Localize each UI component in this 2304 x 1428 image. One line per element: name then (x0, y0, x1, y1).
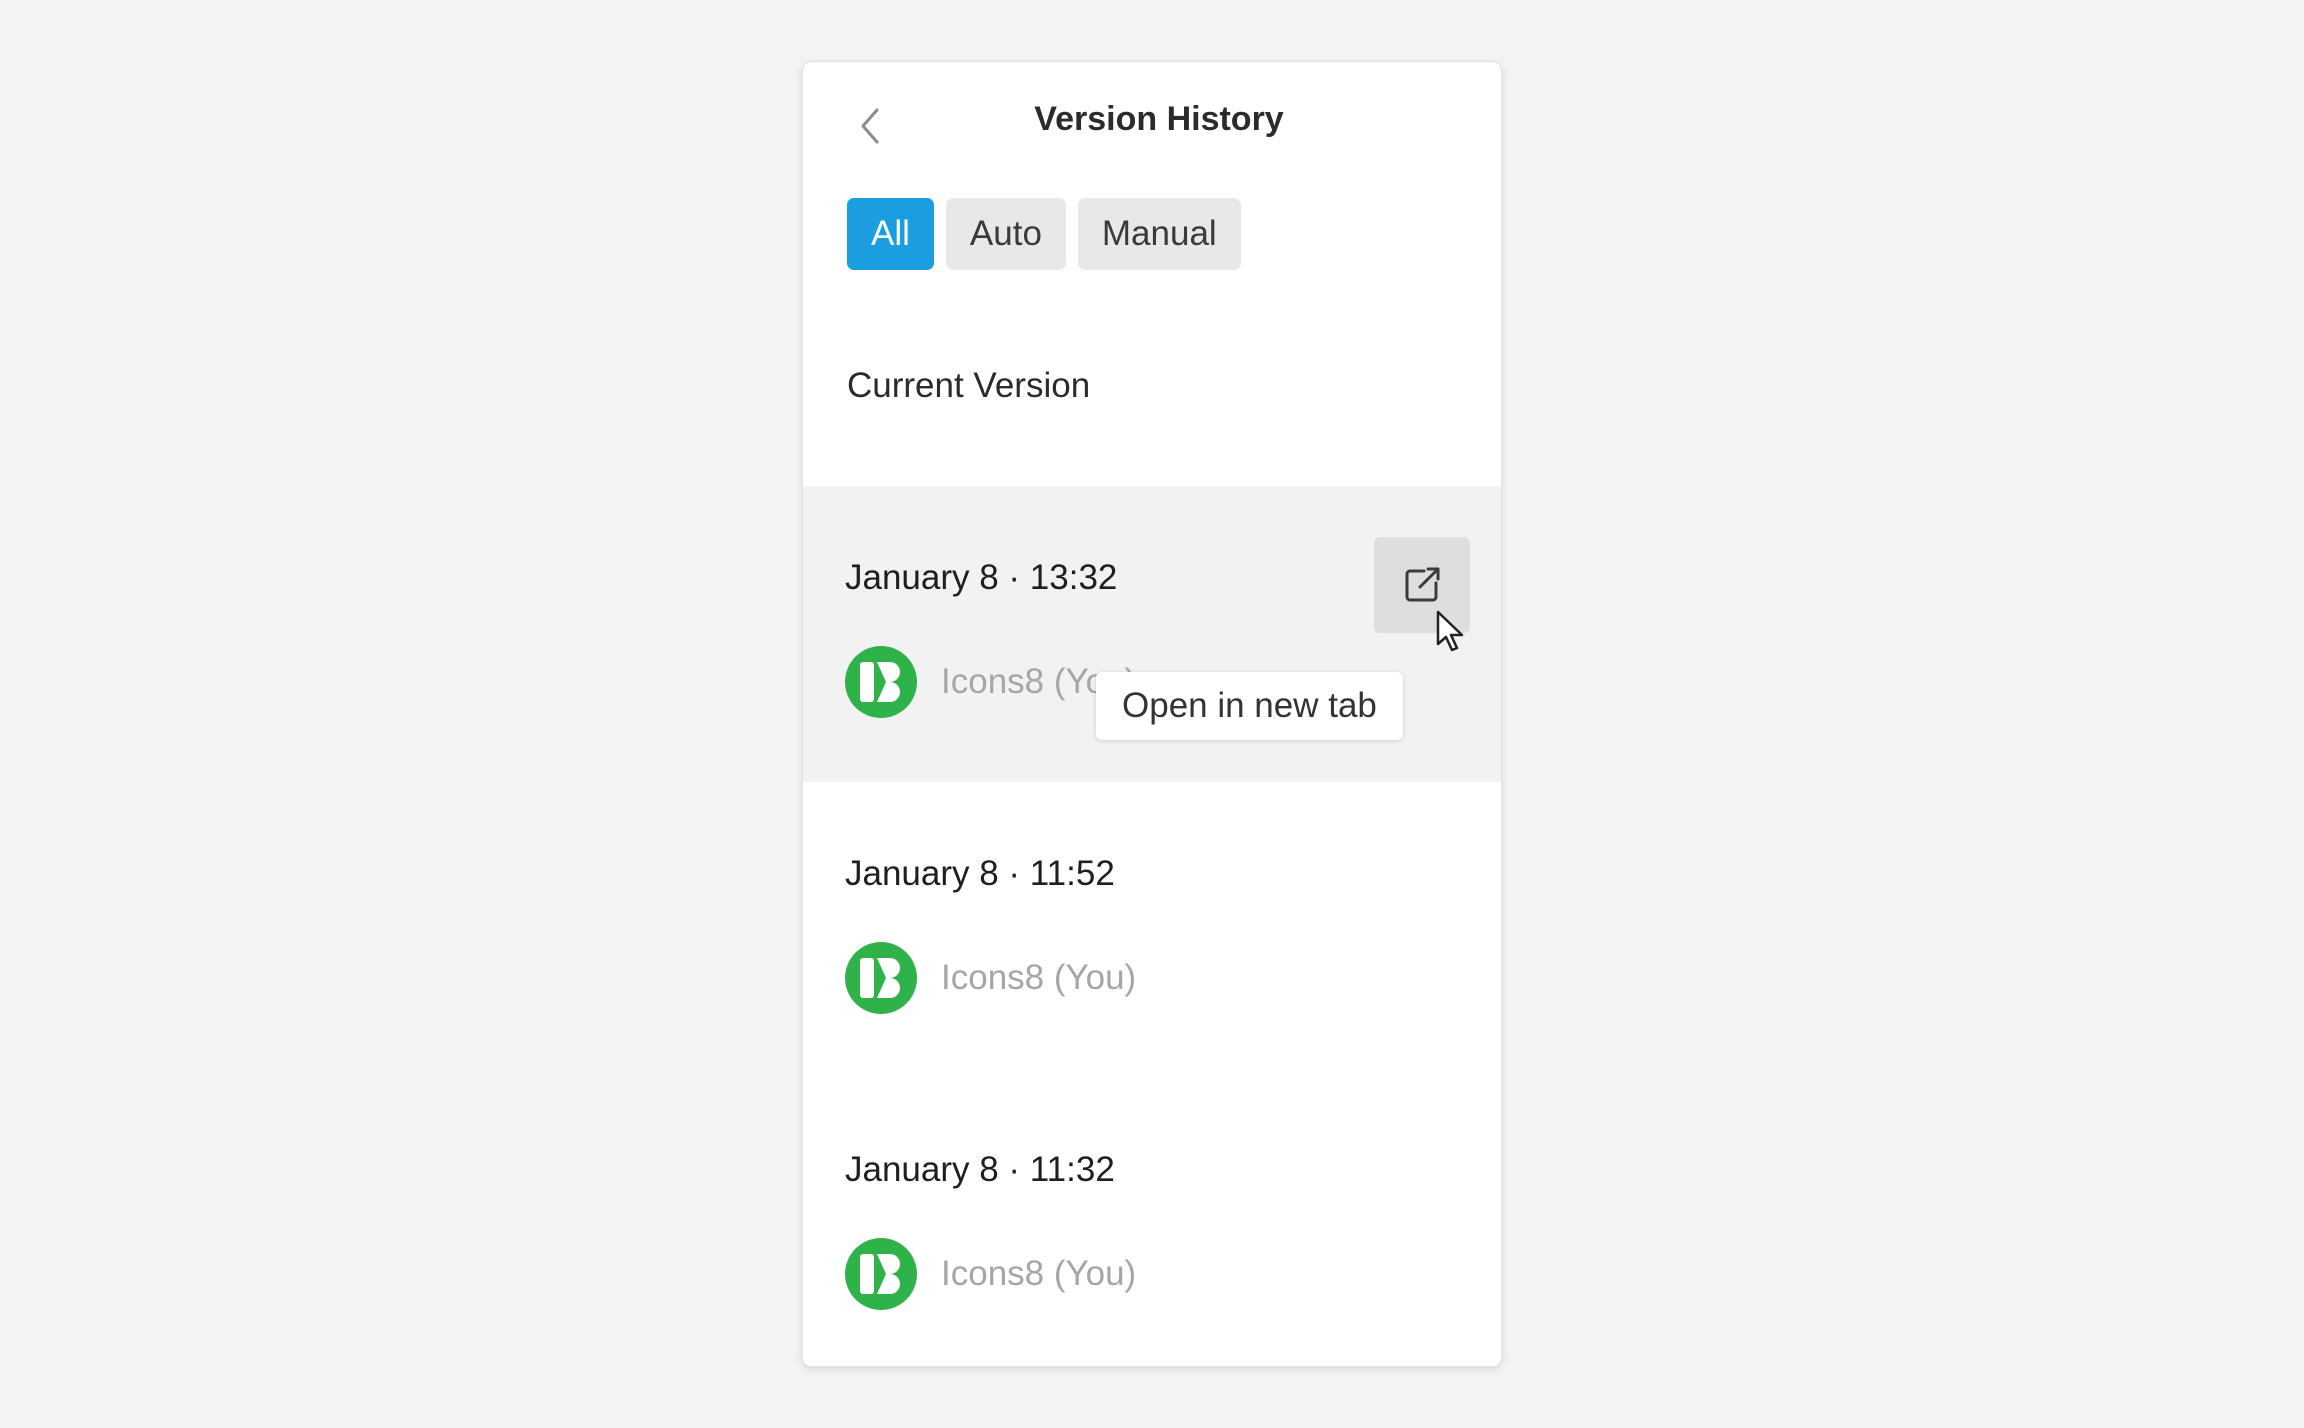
version-author: Icons8 (You) (845, 942, 1136, 1014)
open-in-new-tab-tooltip: Open in new tab (1096, 672, 1403, 740)
icons8-logo-icon (845, 1238, 917, 1310)
version-item[interactable]: January 8 · 11:32 Icons8 (You) (803, 1078, 1501, 1366)
version-author: Icons8 (You) (845, 1238, 1136, 1310)
panel-title: Version History (1034, 100, 1284, 138)
current-version-label[interactable]: Current Version (847, 366, 1090, 406)
mouse-cursor-icon (1436, 610, 1464, 652)
author-name: Icons8 (You) (941, 958, 1137, 997)
version-history-panel: Version History All Auto Manual Current … (802, 61, 1502, 1367)
version-item[interactable]: January 8 · 13:32 Icons8 (You) Open in n… (803, 486, 1501, 782)
version-date: January 8 · 11:52 (845, 854, 1115, 893)
filter-all-button[interactable]: All (847, 198, 934, 270)
panel-header: Version History (803, 62, 1501, 192)
icons8-logo-icon (845, 942, 917, 1014)
external-link-icon (1405, 567, 1440, 602)
filter-manual-button[interactable]: Manual (1077, 198, 1241, 270)
filter-tabs: All Auto Manual (847, 198, 1241, 270)
version-item[interactable]: January 8 · 11:52 Icons8 (You) (803, 782, 1501, 1078)
author-name: Icons8 (You) (941, 1254, 1137, 1293)
icons8-logo-icon (845, 646, 917, 718)
version-date: January 8 · 13:32 (845, 558, 1118, 597)
filter-auto-button[interactable]: Auto (945, 198, 1066, 270)
version-date: January 8 · 11:32 (845, 1150, 1115, 1189)
version-author: Icons8 (You) (845, 646, 1136, 718)
